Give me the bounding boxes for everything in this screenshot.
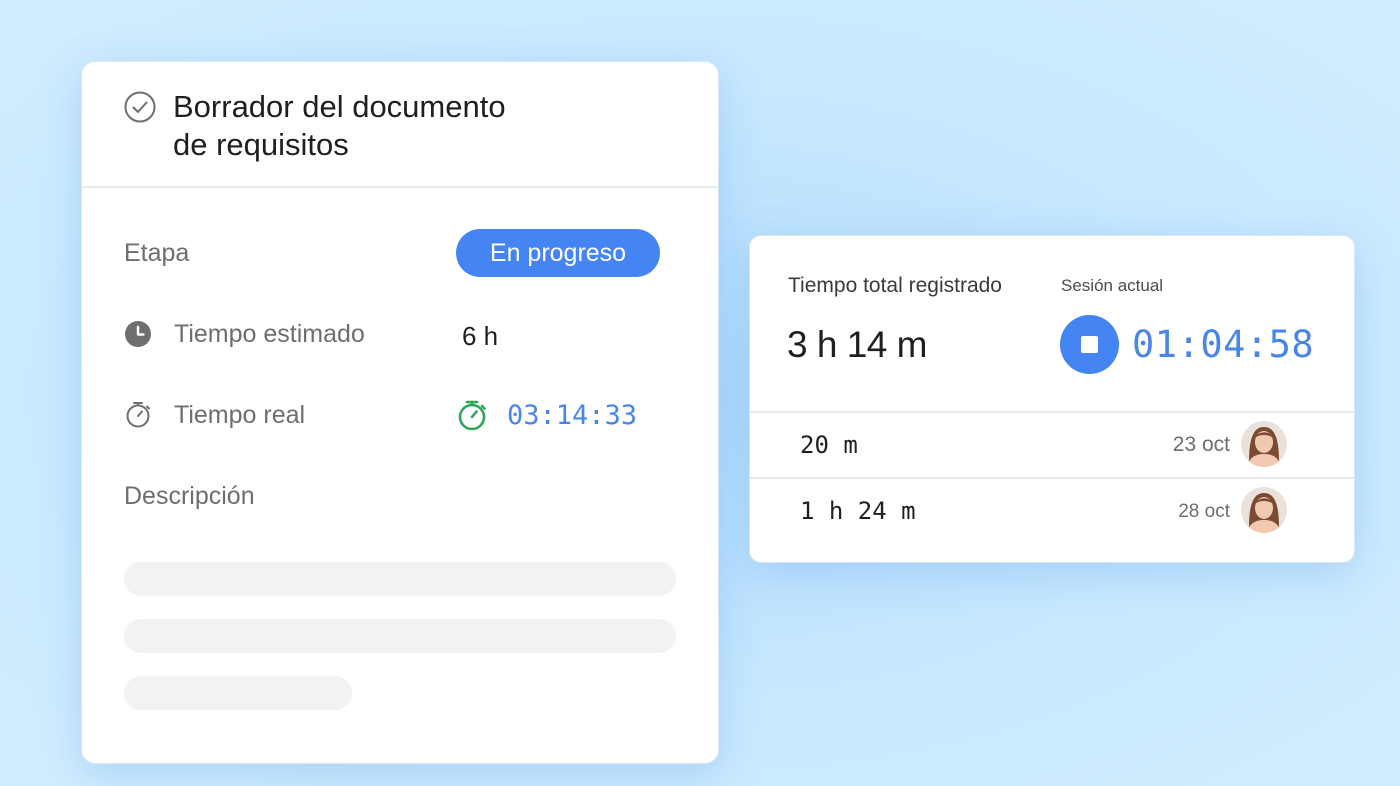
stopwatch-icon bbox=[126, 402, 150, 428]
time-entry-date: 28 oct bbox=[1178, 501, 1230, 522]
stop-icon bbox=[1081, 336, 1098, 353]
description-placeholder-line[interactable] bbox=[124, 562, 676, 596]
running-stopwatch-icon[interactable] bbox=[456, 399, 488, 431]
time-entry-row[interactable]: 1 h 24 m 28 oct bbox=[750, 477, 1354, 543]
total-time-value: 3 h 14 m bbox=[787, 324, 927, 365]
stop-timer-button[interactable] bbox=[1060, 315, 1119, 374]
user-avatar-icon bbox=[1241, 421, 1287, 467]
total-time-label: Tiempo total registrado bbox=[788, 274, 1002, 297]
current-session-label: Sesión actual bbox=[1061, 276, 1164, 295]
description-label: Descripción bbox=[124, 482, 255, 510]
task-header: Borrador del documento de requisitos bbox=[82, 62, 718, 188]
estimated-time-value[interactable]: 6 h bbox=[462, 321, 498, 351]
description-placeholder-line[interactable] bbox=[124, 619, 676, 653]
time-entry-row[interactable]: 20 m 23 oct bbox=[750, 411, 1354, 477]
task-title[interactable]: Borrador del documento de requisitos bbox=[173, 88, 593, 164]
clock-icon bbox=[125, 321, 151, 347]
user-avatar-icon bbox=[1241, 487, 1287, 533]
estimated-time-label: Tiempo estimado bbox=[174, 320, 365, 348]
stage-label: Etapa bbox=[124, 239, 190, 267]
task-title-line-1: Borrador del documento bbox=[173, 89, 506, 124]
avatar[interactable] bbox=[1241, 421, 1287, 467]
time-tracking-card: Tiempo total registrado 3 h 14 m Sesión … bbox=[749, 235, 1355, 563]
time-entry-date: 23 oct bbox=[1172, 433, 1230, 456]
stage-status-pill[interactable]: En progreso bbox=[456, 229, 660, 277]
actual-time-label: Tiempo real bbox=[174, 401, 306, 429]
time-entry-duration: 20 m bbox=[800, 431, 858, 459]
session-timer: 01:04:58 bbox=[1132, 323, 1315, 366]
avatar[interactable] bbox=[1241, 487, 1287, 533]
task-detail-card: Borrador del documento de requisitos Eta… bbox=[81, 61, 719, 764]
actual-time-value: 03:14:33 bbox=[507, 400, 638, 431]
task-title-line-2: de requisitos bbox=[173, 127, 349, 162]
description-placeholder-line[interactable] bbox=[124, 676, 352, 710]
time-entry-duration: 1 h 24 m bbox=[800, 497, 916, 525]
check-circle-icon[interactable] bbox=[123, 90, 157, 124]
